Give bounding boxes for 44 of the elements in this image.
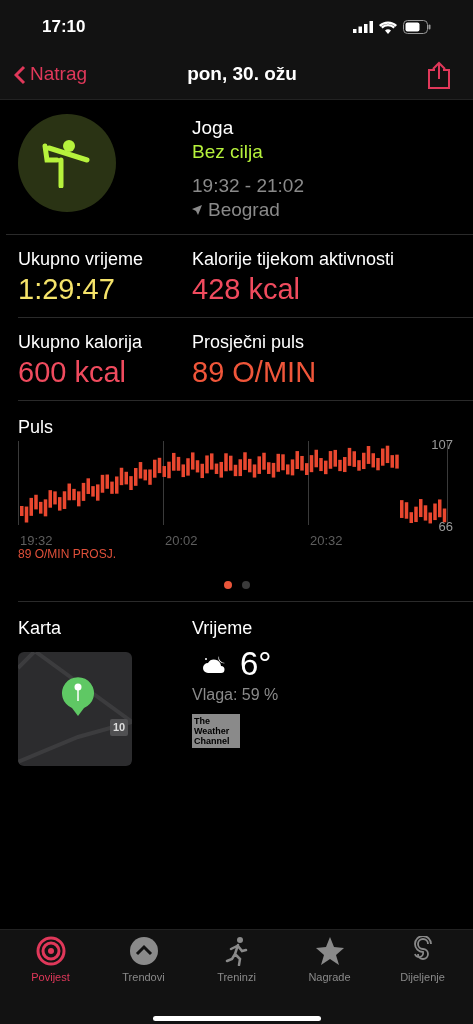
star-icon (314, 936, 345, 966)
workout-time: 19:32 - 21:02 (192, 174, 304, 198)
tab-bar-item[interactable]: Trendovi (99, 936, 188, 986)
weather-provider-logo: The Weather Channel (192, 714, 240, 748)
wifi-icon (379, 20, 397, 34)
status-time: 17:10 (42, 16, 86, 39)
workout-name: Joga (192, 116, 235, 140)
stat-label: Kalorije tijekom aktivnosti (192, 248, 396, 271)
max-label: 107 (431, 436, 453, 454)
stat-label: Ukupno kalorija (18, 331, 144, 354)
tab-bar-item[interactable]: Treninzi (192, 936, 281, 986)
chevron-up-circle-icon (128, 936, 159, 966)
time-label: 20:32 (310, 532, 343, 550)
tab-bar-item[interactable]: Dijeljenje (378, 936, 467, 986)
temperature: 6° (240, 644, 272, 684)
stat-value: 1:29:47 (18, 272, 116, 307)
time-label: 19:32 (20, 532, 53, 549)
map-pin-icon (61, 676, 95, 716)
chart-summary: 89 O/MIN PROSJ. (18, 546, 118, 563)
chart-title: Puls (18, 416, 54, 439)
signal-icon (353, 21, 373, 33)
stat-value: 428 kcal (192, 272, 301, 307)
humidity: Vlaga: 59 % (192, 685, 280, 705)
back-button[interactable]: Natrag (14, 60, 88, 89)
stat-value: 600 kcal (18, 355, 127, 390)
share-icon (427, 60, 451, 89)
time-label: 20:02 (165, 532, 198, 550)
map-thumbnail[interactable]: 10 (18, 652, 132, 766)
workout-goal: Bez cilja (192, 140, 264, 164)
chevron-left-icon (14, 64, 26, 85)
tab-bar-item[interactable]: Povijest (6, 936, 95, 986)
battery-icon (403, 20, 431, 34)
location-arrow-icon (192, 205, 202, 215)
stat-label: Prosječni puls (192, 331, 306, 354)
rings-icon (35, 936, 66, 966)
road-number: 10 (110, 719, 129, 736)
min-label: 66 (438, 518, 453, 536)
workout-location: Beograd (208, 198, 280, 222)
map-title: Karta (18, 617, 63, 640)
weather-title: Vrijeme (192, 617, 254, 640)
tab-bar-item[interactable]: Nagrade (285, 936, 374, 986)
stat-value: 89 O/MIN (192, 355, 318, 390)
stat-label: Ukupno vrijeme (18, 248, 145, 271)
nav-title: pon, 30. ožu (187, 62, 297, 87)
